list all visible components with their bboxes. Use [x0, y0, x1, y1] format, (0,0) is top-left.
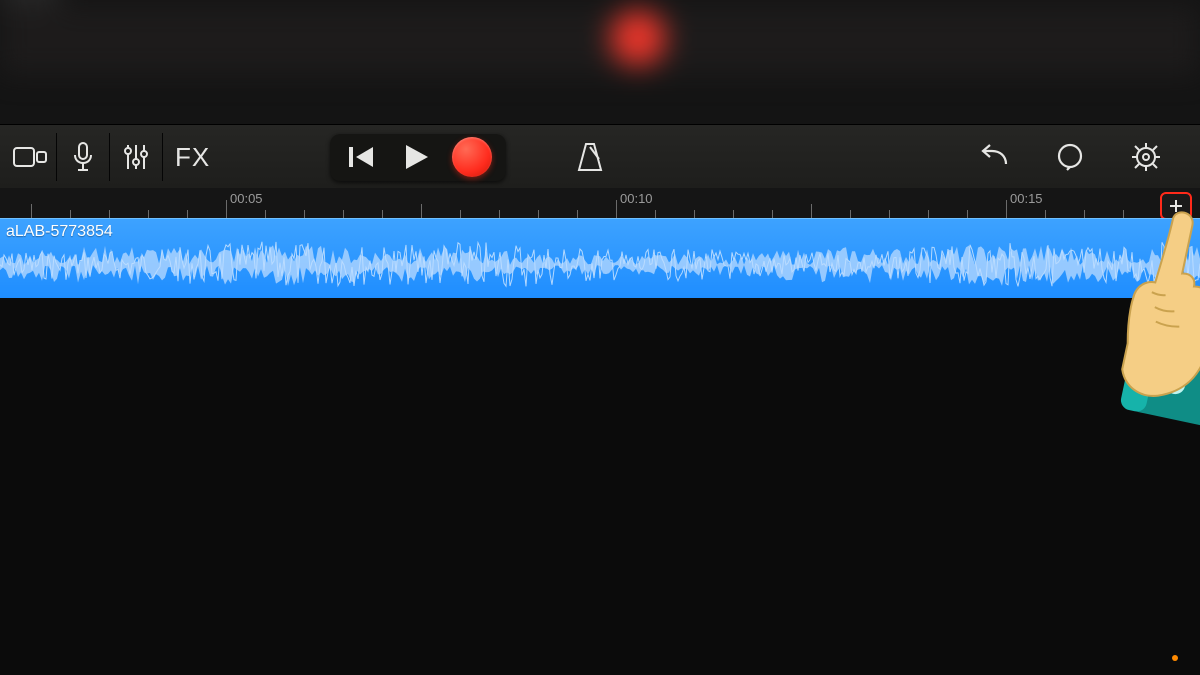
timeline-ruler[interactable]: 00:05 00:10 00:15	[0, 188, 1200, 219]
region-name: aLAB-5773854	[6, 223, 113, 241]
control-bar: FX	[0, 124, 1200, 190]
microphone-button[interactable]	[59, 133, 107, 181]
settings-button[interactable]	[1122, 133, 1170, 181]
audio-region[interactable]: aLAB-5773854	[0, 218, 1200, 300]
fx-button[interactable]: FX	[165, 133, 220, 181]
record-icon	[452, 137, 492, 177]
add-section-button[interactable]	[1160, 192, 1192, 220]
ruler-time-label: 00:05	[230, 191, 263, 206]
metronome-button[interactable]	[566, 133, 614, 181]
tracks-view-button[interactable]	[6, 133, 54, 181]
track-controls-button[interactable]	[112, 133, 160, 181]
record-button[interactable]	[444, 133, 500, 181]
tracks-area[interactable]	[0, 298, 1200, 675]
ruler-time-label: 00:10	[620, 191, 653, 206]
transport-cluster	[330, 133, 506, 181]
app-window: FX	[0, 0, 1200, 675]
ruler-time-label: 00:15	[1010, 191, 1043, 206]
notification-dot	[1172, 655, 1178, 661]
go-to-beginning-button[interactable]	[336, 133, 388, 181]
fx-label: FX	[165, 142, 220, 173]
loop-browser-button[interactable]	[1046, 133, 1094, 181]
blurred-background	[0, 0, 1200, 120]
undo-button[interactable]	[970, 133, 1018, 181]
play-button[interactable]	[388, 133, 444, 181]
waveform	[0, 241, 1200, 289]
